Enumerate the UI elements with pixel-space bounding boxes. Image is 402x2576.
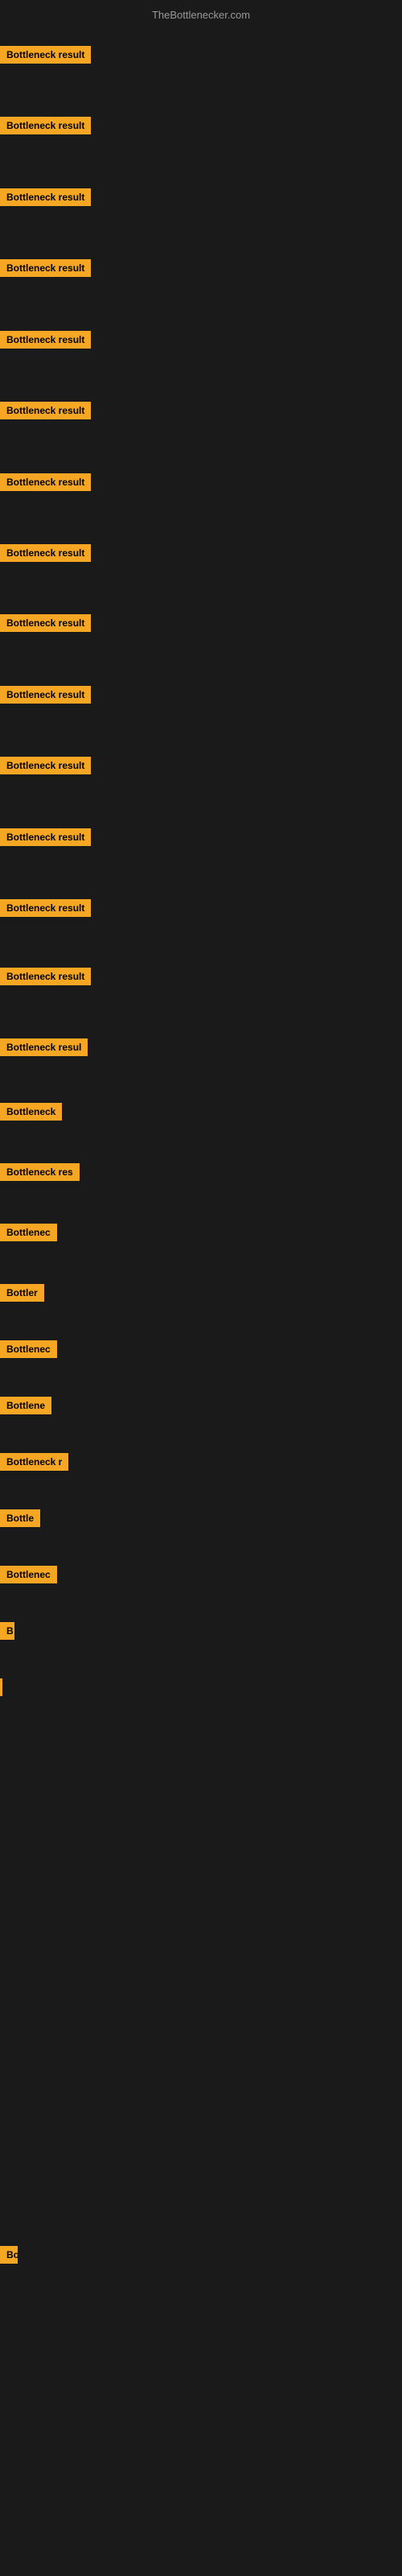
bottleneck-item-24: Bottlenec (0, 1566, 57, 1587)
bottleneck-label-10[interactable]: Bottleneck result (0, 686, 91, 704)
bottleneck-label-9[interactable]: Bottleneck result (0, 614, 91, 632)
bottleneck-label-2[interactable]: Bottleneck result (0, 117, 91, 134)
bottleneck-label-1[interactable]: Bottleneck result (0, 46, 91, 64)
bottleneck-label-22[interactable]: Bottleneck r (0, 1453, 68, 1471)
bottleneck-label-7[interactable]: Bottleneck result (0, 473, 91, 491)
bottleneck-label-11[interactable]: Bottleneck result (0, 757, 91, 774)
bottleneck-item-11: Bottleneck result (0, 757, 91, 778)
bottleneck-label-24[interactable]: Bottlenec (0, 1566, 57, 1583)
bottleneck-item-12: Bottleneck result (0, 828, 91, 850)
bottleneck-item-3: Bottleneck result (0, 188, 91, 210)
bottleneck-item-13: Bottleneck result (0, 899, 91, 921)
bottleneck-label-5[interactable]: Bottleneck result (0, 331, 91, 349)
bottleneck-label-18[interactable]: Bottlenec (0, 1224, 57, 1241)
bottleneck-item-14: Bottleneck result (0, 968, 91, 989)
bottleneck-label-21[interactable]: Bottlene (0, 1397, 51, 1414)
bottleneck-label-16[interactable]: Bottleneck (0, 1103, 62, 1121)
bottleneck-item-27: Bo (0, 2246, 18, 2268)
bottleneck-label-17[interactable]: Bottleneck res (0, 1163, 80, 1181)
bottleneck-item-7: Bottleneck result (0, 473, 91, 495)
bottleneck-label-15[interactable]: Bottleneck resul (0, 1038, 88, 1056)
bottleneck-item-18: Bottlenec (0, 1224, 57, 1245)
page-wrapper: TheBottlenecker.com Bottleneck resultBot… (0, 0, 402, 2576)
bottleneck-label-4[interactable]: Bottleneck result (0, 259, 91, 277)
bottleneck-item-5: Bottleneck result (0, 331, 91, 353)
bottleneck-label-20[interactable]: Bottlenec (0, 1340, 57, 1358)
bottleneck-items-container: Bottleneck result Bottleneck result Bottle… (0, 0, 402, 2576)
bottleneck-item-22: Bottleneck r (0, 1453, 68, 1475)
bottleneck-label-23[interactable]: Bottle (0, 1509, 40, 1527)
bottleneck-item-8: Bottleneck result (0, 544, 91, 566)
bottleneck-label-6[interactable]: Bottleneck result (0, 402, 91, 419)
bottleneck-item-10: Bottleneck result (0, 686, 91, 708)
bottleneck-item-21: Bottlene (0, 1397, 51, 1418)
bottleneck-label-8[interactable]: Bottleneck result (0, 544, 91, 562)
bottleneck-item-6: Bottleneck result (0, 402, 91, 423)
bottleneck-label-12[interactable]: Bottleneck result (0, 828, 91, 846)
bottleneck-item-1: Bottleneck result (0, 46, 91, 68)
bottleneck-item-2: Bottleneck result (0, 117, 91, 138)
bottleneck-item-17: Bottleneck res (0, 1163, 80, 1185)
bottleneck-label-27[interactable]: Bo (0, 2246, 18, 2264)
bottleneck-item-23: Bottle (0, 1509, 40, 1531)
bottleneck-label-19[interactable]: Bottler (0, 1284, 44, 1302)
bottleneck-item-16: Bottleneck (0, 1103, 62, 1125)
bottleneck-item-4: Bottleneck result (0, 259, 91, 281)
bottleneck-item-19: Bottler (0, 1284, 44, 1306)
bottleneck-label-25[interactable]: B (0, 1622, 14, 1640)
bottleneck-label-13[interactable]: Bottleneck result (0, 899, 91, 917)
bottleneck-item-20: Bottlenec (0, 1340, 57, 1362)
bottleneck-label-14[interactable]: Bottleneck result (0, 968, 91, 985)
bottleneck-item-15: Bottleneck resul (0, 1038, 88, 1060)
bottleneck-label-3[interactable]: Bottleneck result (0, 188, 91, 206)
bottleneck-item-9: Bottleneck result (0, 614, 91, 636)
bottleneck-item-25: B (0, 1622, 14, 1644)
bottleneck-item-26 (0, 1678, 2, 1696)
